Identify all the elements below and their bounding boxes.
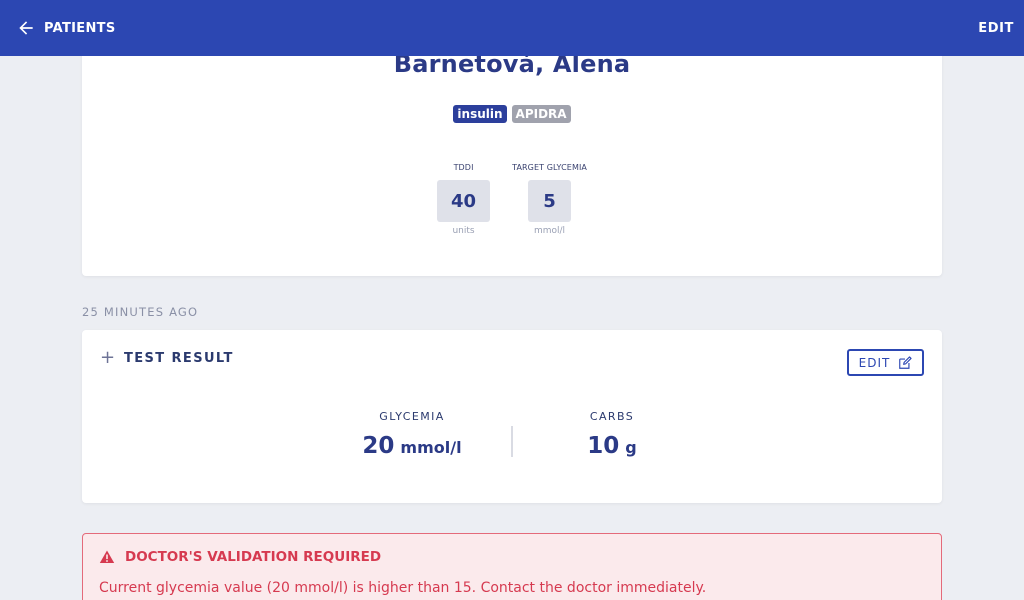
patient-card: Barnetová, Alena insulin APIDRA TDDI 40 … bbox=[82, 20, 942, 276]
stat-label: TDDI bbox=[453, 163, 474, 172]
patient-stats: TDDI 40 units TARGET GLYCEMIA 5 mmol/l bbox=[82, 163, 942, 236]
glycemia-value: 20 mmol/l bbox=[362, 433, 461, 459]
back-to-patients-button[interactable]: PATIENTS bbox=[16, 18, 115, 38]
arrow-left-icon bbox=[19, 21, 33, 35]
carbs-measure: CARBS 10 g bbox=[542, 410, 682, 459]
measure-divider bbox=[511, 426, 513, 457]
glycemia-number: 20 bbox=[362, 433, 395, 459]
test-result-header[interactable]: + TEST RESULT bbox=[100, 349, 234, 367]
therapy-badges: insulin APIDRA bbox=[82, 105, 942, 123]
edit-result-label: EDIT bbox=[858, 355, 891, 370]
plus-icon[interactable]: + bbox=[100, 349, 115, 367]
carbs-number: 10 bbox=[587, 433, 620, 459]
stat-label: TARGET GLYCEMIA bbox=[512, 163, 587, 172]
test-result-title: TEST RESULT bbox=[124, 350, 234, 366]
carbs-value: 10 g bbox=[587, 433, 636, 459]
glycemia-measure: GLYCEMIA 20 mmol/l bbox=[342, 410, 482, 459]
stat-value: 5 bbox=[528, 180, 572, 222]
carbs-unit: g bbox=[625, 438, 637, 457]
validation-alert: DOCTOR'S VALIDATION REQUIRED Current gly… bbox=[82, 533, 942, 600]
stat-unit: mmol/l bbox=[533, 226, 566, 236]
test-result-card: + TEST RESULT EDIT GLYCEMIA 20 mmol/l CA… bbox=[82, 330, 942, 503]
alert-title: DOCTOR'S VALIDATION REQUIRED bbox=[125, 549, 382, 565]
stat-tddi: TDDI 40 units bbox=[437, 163, 491, 236]
stat-target-glycemia: TARGET GLYCEMIA 5 mmol/l bbox=[512, 163, 587, 236]
alert-header: DOCTOR'S VALIDATION REQUIRED bbox=[99, 549, 381, 565]
badge-apidra: APIDRA bbox=[511, 105, 571, 123]
badge-insulin: insulin bbox=[453, 105, 507, 123]
edit-result-button[interactable]: EDIT bbox=[847, 349, 924, 376]
result-timestamp: 25 MINUTES AGO bbox=[82, 305, 199, 319]
glycemia-unit: mmol/l bbox=[400, 438, 462, 457]
top-app-bar: PATIENTS EDIT bbox=[0, 0, 1024, 56]
stat-unit: units bbox=[452, 226, 475, 236]
back-label: PATIENTS bbox=[44, 20, 116, 36]
carbs-label: CARBS bbox=[589, 410, 635, 423]
warning-icon bbox=[99, 550, 115, 563]
glycemia-label: GLYCEMIA bbox=[379, 410, 445, 423]
alert-message: Current glycemia value (20 mmol/l) is hi… bbox=[99, 580, 707, 596]
edit-patient-button[interactable]: EDIT bbox=[978, 21, 1014, 36]
stat-value: 40 bbox=[437, 180, 491, 222]
edit-icon bbox=[899, 355, 912, 369]
